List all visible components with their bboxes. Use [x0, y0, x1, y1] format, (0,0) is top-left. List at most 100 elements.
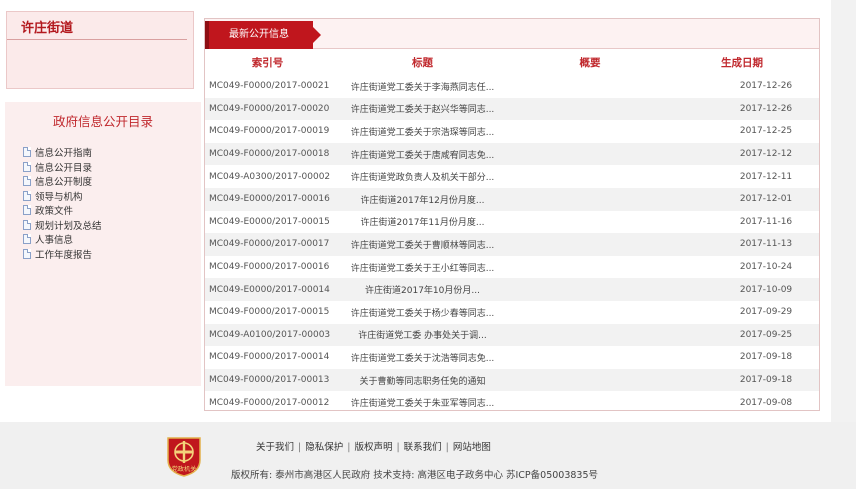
catalog-item-guide[interactable]: 信息公开指南 [23, 145, 201, 160]
row-index: MC049-F0000/2017-00020 [209, 103, 330, 114]
catalog-item-label: 信息公开制度 [35, 177, 93, 189]
row-index: MC049-F0000/2017-00016 [209, 262, 330, 273]
catalog-item-policy[interactable]: 政策文件 [23, 203, 201, 218]
catalog-box: 政府信息公开目录 信息公开指南 信息公开目录 信息公开制度 领导与机构 政策文件… [5, 102, 201, 386]
catalog-item-annual-report[interactable]: 工作年度报告 [23, 247, 201, 262]
table-header: 索引号 标题 概要 生成日期 [205, 49, 819, 75]
row-index: MC049-E0000/2017-00015 [209, 216, 330, 227]
row-index: MC049-F0000/2017-00018 [209, 149, 330, 160]
row-index: MC049-F0000/2017-00013 [209, 375, 330, 386]
row-date: 2017-12-26 [739, 103, 793, 114]
separator: | [396, 442, 400, 453]
table-row: MC049-F0000/2017-00015 许庄街道党工委关于杨少春等同志...… [205, 301, 819, 324]
table-row: MC049-F0000/2017-00021 许庄街道党工委关于李海燕同志任...… [205, 75, 819, 98]
footer-link-sitemap[interactable]: 网站地图 [453, 442, 491, 453]
row-date: 2017-10-24 [739, 262, 793, 273]
catalog-item-label: 信息公开目录 [35, 162, 93, 174]
document-icon [23, 190, 31, 201]
row-date: 2017-12-01 [739, 194, 793, 205]
row-date: 2017-09-18 [739, 375, 793, 386]
row-title-link[interactable]: 许庄街道党工委关于唐咸宥同志免... [330, 148, 515, 161]
footer-link-copyright[interactable]: 版权声明 [354, 442, 392, 453]
table-row: MC049-E0000/2017-00014 许庄街道2017年10月份月... 2… [205, 278, 819, 301]
row-date: 2017-12-25 [739, 126, 793, 137]
row-index: MC049-F0000/2017-00017 [209, 239, 330, 250]
catalog-item-system[interactable]: 信息公开制度 [23, 174, 201, 189]
row-title-link[interactable]: 许庄街道党工委关于杨少春等同志... [330, 306, 515, 319]
document-icon [23, 205, 31, 216]
row-index: MC049-E0000/2017-00014 [209, 284, 330, 295]
row-title-link[interactable]: 许庄街道2017年12月份月度... [330, 193, 515, 206]
catalog-item-label: 信息公开指南 [35, 148, 93, 160]
table-row: MC049-F0000/2017-00014 许庄街道党工委关于沈浩等同志免...… [205, 346, 819, 369]
emblem-text: 党政机关 [172, 465, 197, 473]
document-icon [23, 248, 31, 259]
row-title-link[interactable]: 许庄街道党工委关于曹顺林等同志... [330, 238, 515, 251]
row-date: 2017-11-13 [739, 239, 793, 250]
row-title-link[interactable]: 许庄街道2017年10月份月... [330, 283, 515, 296]
footer-link-about[interactable]: 关于我们 [256, 442, 294, 453]
row-date: 2017-12-12 [739, 149, 793, 160]
row-index: MC049-A0300/2017-00002 [209, 171, 331, 182]
row-title-link[interactable]: 许庄街道党工委 办事处关于调... [330, 328, 515, 341]
row-title-link[interactable]: 许庄街道党工委关于宗浩琛等同志... [330, 125, 515, 138]
row-title-link[interactable]: 关于曹勤等同志职务任免的通知 [330, 374, 515, 387]
row-index: MC049-F0000/2017-00015 [209, 307, 330, 318]
footer: 党政机关 关于我们 | 隐私保护 | 版权声明 | 联系我们 | 网站地图 版权所有: 泰州市高… [0, 422, 856, 489]
catalog-item-label: 领导与机构 [35, 191, 83, 203]
footer-copyright: 版权所有: 泰州市高港区人民政府 技术支持: 高港区电子政务中心 苏ICP备05… [231, 470, 598, 481]
separator: | [445, 442, 449, 453]
row-date: 2017-12-11 [739, 171, 793, 182]
table-row: MC049-F0000/2017-00020 许庄街道党工委关于赵兴华等同志...… [205, 97, 819, 121]
org-box: 许庄街道 [6, 11, 194, 89]
column-header-index: 索引号 [251, 56, 284, 69]
table-row: MC049-F0000/2017-00012 许庄街道党工委关于朱亚军等同志...… [205, 391, 819, 414]
catalog-item-label: 人事信息 [35, 235, 74, 247]
column-header-date: 生成日期 [721, 56, 763, 69]
footer-link-contact[interactable]: 联系我们 [404, 442, 442, 453]
table-row: MC049-F0000/2017-00013 关于曹勤等同志职务任免的通知 2017… [205, 368, 819, 392]
separator: | [347, 442, 351, 453]
catalog-item-leadership[interactable]: 领导与机构 [23, 189, 201, 204]
catalog-item-label: 政策文件 [35, 206, 74, 218]
row-title-link[interactable]: 许庄街道党工委关于沈浩等同志免... [330, 351, 515, 364]
party-government-emblem-icon: 党政机关 [167, 437, 201, 477]
catalog-title: 政府信息公开目录 [52, 114, 153, 129]
table-row: MC049-F0000/2017-00018 许庄街道党工委关于唐咸宥同志免...… [205, 142, 819, 166]
row-date: 2017-10-09 [739, 284, 793, 295]
table-row: MC049-F0000/2017-00016 许庄街道党工委关于王小红等同志...… [205, 256, 819, 279]
document-icon [23, 147, 31, 158]
table-row: MC049-F0000/2017-00019 许庄街道党工委关于宗浩琛等同志...… [205, 120, 819, 143]
document-icon [23, 234, 31, 245]
table-row: MC049-E0000/2017-00016 许庄街道2017年12月份月度...… [205, 187, 819, 211]
document-icon [23, 161, 31, 172]
table-row: MC049-A0300/2017-00002 许庄街道党政负责人及机关干部分...… [205, 165, 819, 188]
table-body: MC049-F0000/2017-00021 许庄街道党工委关于李海燕同志任...… [205, 75, 819, 414]
catalog-list: 信息公开指南 信息公开目录 信息公开制度 领导与机构 政策文件 规划计划及总结 … [5, 136, 201, 261]
latest-info-panel: 最新公开信息 索引号 标题 概要 生成日期 MC049-F0000/2017-0… [204, 18, 820, 411]
row-date: 2017-09-18 [739, 352, 793, 363]
column-header-title: 标题 [412, 56, 433, 69]
row-title-link[interactable]: 许庄街道2017年11月份月度... [330, 215, 515, 228]
row-index: MC049-F0000/2017-00019 [209, 126, 330, 137]
row-title-link[interactable]: 许庄街道党工委关于王小红等同志... [330, 261, 515, 274]
footer-link-privacy[interactable]: 隐私保护 [305, 442, 343, 453]
row-date: 2017-09-29 [739, 307, 793, 318]
catalog-item-planning[interactable]: 规划计划及总结 [23, 218, 201, 233]
row-date: 2017-12-26 [739, 81, 793, 92]
row-index: MC049-F0000/2017-00021 [209, 81, 330, 92]
row-index: MC049-F0000/2017-00012 [209, 397, 330, 408]
row-title-link[interactable]: 许庄街道党政负责人及机关干部分... [330, 170, 515, 183]
catalog-item-personnel[interactable]: 人事信息 [23, 232, 201, 247]
catalog-item-label: 工作年度报告 [35, 249, 93, 261]
table-row: MC049-A0100/2017-00003 许庄街道党工委 办事处关于调... 2… [205, 323, 819, 347]
row-title-link[interactable]: 许庄街道党工委关于赵兴华等同志... [330, 102, 515, 115]
column-header-summary: 概要 [579, 56, 601, 69]
catalog-item-catalog[interactable]: 信息公开目录 [23, 160, 201, 175]
row-date: 2017-09-25 [739, 329, 793, 340]
row-title-link[interactable]: 许庄街道党工委关于朱亚军等同志... [330, 396, 515, 409]
footer-links: 关于我们 | 隐私保护 | 版权声明 | 联系我们 | 网站地图 [256, 439, 491, 453]
row-title-link[interactable]: 许庄街道党工委关于李海燕同志任... [330, 80, 515, 93]
row-index: MC049-A0100/2017-00003 [209, 329, 331, 340]
tab-latest-info[interactable]: 最新公开信息 [205, 21, 321, 49]
